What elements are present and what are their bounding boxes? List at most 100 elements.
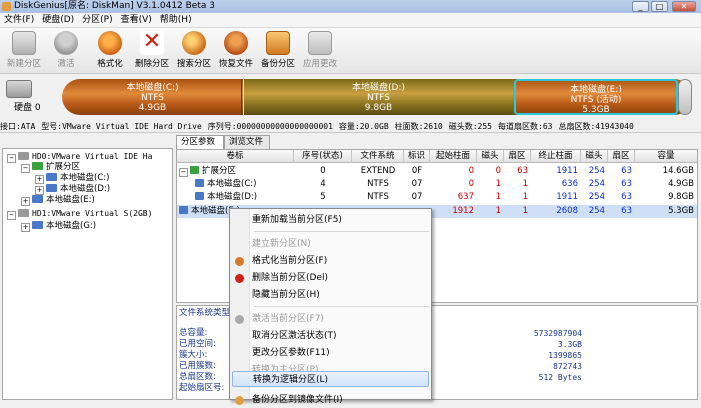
activate-icon: [235, 315, 244, 324]
menu-help[interactable]: 帮助(H): [156, 13, 196, 28]
detail-value: 512 Bytes: [538, 373, 582, 382]
column-header[interactable]: 磁头: [581, 150, 608, 163]
column-header[interactable]: 终止柱面: [531, 150, 581, 163]
partition-block-e[interactable]: 本地磁盘(E:) NTFS (活动) 5.3GB: [514, 79, 678, 115]
menu-activate-partition[interactable]: 激活当前分区(F7): [232, 311, 429, 327]
format-icon: [235, 257, 244, 266]
disk-cylinders: 柱面数:2610: [394, 122, 443, 131]
detail-label: 起始扇区号:: [179, 383, 225, 393]
disk-total-sectors: 总扇区数:41943040: [558, 122, 634, 131]
column-header[interactable]: 卷标: [177, 150, 294, 163]
recover-files-button[interactable]: 恢复文件: [216, 30, 256, 72]
format-icon: [98, 31, 122, 55]
backup-icon: [235, 396, 244, 405]
column-header[interactable]: 扇区: [608, 150, 635, 163]
detail-value: 872743: [553, 362, 582, 371]
detail-label: 已用空间:: [179, 339, 216, 349]
activate-button[interactable]: 激活: [46, 30, 86, 72]
disk-interface: 接口:ATA: [0, 122, 36, 131]
detail-value: 5732987904: [533, 329, 582, 338]
detail-label: 总扇区数:: [179, 372, 216, 382]
activate-icon: [54, 31, 78, 55]
column-header[interactable]: 标识: [404, 150, 430, 163]
expand-icon[interactable]: +: [21, 223, 30, 232]
maximize-button[interactable]: □: [651, 1, 668, 12]
tree-node-e[interactable]: + 本地磁盘(E:): [21, 195, 95, 206]
delete-partition-icon: ✕: [140, 31, 164, 55]
collapse-icon[interactable]: −: [21, 164, 30, 173]
column-header[interactable]: 容量: [635, 150, 697, 163]
drive-icon: [195, 179, 204, 187]
menu-backup-image[interactable]: 备份分区到镜像文件(I): [232, 392, 429, 408]
new-partition-icon: [12, 31, 36, 55]
tree-node-c[interactable]: + 本地磁盘(C:): [35, 173, 109, 184]
menu-change-params[interactable]: 更改分区参数(F11): [232, 345, 429, 361]
new-partition-button[interactable]: 新建分区: [4, 30, 44, 72]
menu-partition[interactable]: 分区(P): [78, 13, 116, 28]
close-button[interactable]: ✕: [672, 1, 696, 12]
minimize-button[interactable]: _: [632, 1, 649, 12]
tree-node-disk1[interactable]: − HD1:VMware Virtual S(2GB): [7, 208, 152, 220]
search-partition-button[interactable]: 搜索分区: [174, 30, 214, 72]
collapse-icon[interactable]: −: [7, 211, 16, 220]
expand-icon[interactable]: +: [35, 186, 44, 195]
tree-node-extended[interactable]: − 扩展分区: [21, 162, 80, 173]
menu-separator: [254, 306, 429, 307]
menu-format-partition[interactable]: 格式化当前分区(F): [232, 253, 429, 269]
table-row[interactable]: 本地磁盘(D:) 5 NTFS 07 637 1 1 1911 254 63 9…: [177, 191, 697, 204]
menu-reload-partition[interactable]: 重新加载当前分区(F5): [232, 212, 429, 228]
column-header[interactable]: 扇区: [504, 150, 531, 163]
collapse-icon[interactable]: −: [7, 154, 16, 163]
drive-icon: [32, 195, 43, 203]
detail-value: 1399865: [548, 351, 582, 360]
column-header[interactable]: 文件系统: [352, 150, 404, 163]
partition-block-d[interactable]: 本地磁盘(D:) NTFS 9.8GB: [243, 79, 513, 115]
context-menu: 重新加载当前分区(F5) 建立新分区(N) 格式化当前分区(F) 删除当前分区(…: [229, 208, 432, 405]
search-partition-icon: [182, 31, 206, 55]
window-title: DiskGenius[原名: DiskMan] V3.1.0412 Beta 3: [14, 1, 215, 11]
hard-disk-icon: [18, 152, 29, 160]
disk-sectors-per-track: 每道扇区数:63: [498, 122, 553, 131]
menu-convert-logical[interactable]: 转换为逻辑分区(L): [232, 371, 429, 387]
drive-icon: [195, 192, 204, 200]
column-header[interactable]: 起始柱面: [430, 150, 477, 163]
expand-icon[interactable]: +: [21, 197, 30, 206]
menu-hide-partition[interactable]: 隐藏当前分区(H): [232, 287, 429, 303]
detail-value: 3.3GB: [557, 340, 582, 349]
details-section-title: 文件系统类型: [179, 308, 231, 318]
menu-delete-partition[interactable]: 删除当前分区(Del): [232, 270, 429, 286]
app-icon: [2, 2, 11, 11]
table-header: 卷标 序号(状态) 文件系统 标识 起始柱面 磁头 扇区 终止柱面 磁头 扇区 …: [177, 150, 697, 163]
drive-icon: [179, 206, 188, 214]
tab-partition-params[interactable]: 分区参数: [176, 135, 224, 149]
format-button[interactable]: 格式化: [90, 30, 130, 72]
tree-node-g[interactable]: + 本地磁盘(G:): [21, 221, 96, 232]
menu-new-partition[interactable]: 建立新分区(N): [232, 236, 429, 252]
expand-icon[interactable]: +: [35, 175, 44, 184]
detail-label: 总容量:: [179, 328, 208, 338]
column-header[interactable]: 磁头: [477, 150, 504, 163]
menu-disk[interactable]: 硬盘(D): [38, 13, 78, 28]
apply-changes-button[interactable]: 应用更改: [300, 30, 340, 72]
menu-cancel-active[interactable]: 取消分区激活状态(T): [232, 328, 429, 344]
menu-bar: 文件(F) 硬盘(D) 分区(P) 查看(V) 帮助(H): [0, 13, 701, 28]
menu-file[interactable]: 文件(F): [0, 13, 38, 28]
delete-icon: [235, 274, 244, 283]
table-row[interactable]: − 扩展分区 0 EXTEND 0F 0 0 63 1911 254 63 14.…: [177, 165, 697, 178]
tab-browse-files[interactable]: 浏览文件: [224, 135, 270, 149]
apply-changes-icon: [308, 31, 332, 55]
collapse-icon[interactable]: −: [179, 168, 188, 177]
detail-label: 簇大小:: [179, 350, 208, 360]
backup-partition-button[interactable]: 备份分区: [258, 30, 298, 72]
partition-block-c[interactable]: 本地磁盘(C:) NTFS 4.9GB: [64, 79, 242, 115]
partition-icon: [32, 162, 43, 170]
table-row[interactable]: 本地磁盘(C:) 4 NTFS 07 0 1 1 636 254 63 4.9G…: [177, 178, 697, 191]
drive-icon: [46, 184, 57, 192]
tree-node-d[interactable]: + 本地磁盘(D:): [35, 184, 110, 195]
menu-view[interactable]: 查看(V): [117, 13, 156, 28]
drive-icon: [32, 221, 43, 229]
drive-icon: [46, 173, 57, 181]
column-header[interactable]: 序号(状态): [294, 150, 352, 163]
disk-model: 型号:VMware Virtual IDE Hard Drive: [41, 122, 202, 131]
delete-partition-button[interactable]: ✕ 删除分区: [132, 30, 172, 72]
